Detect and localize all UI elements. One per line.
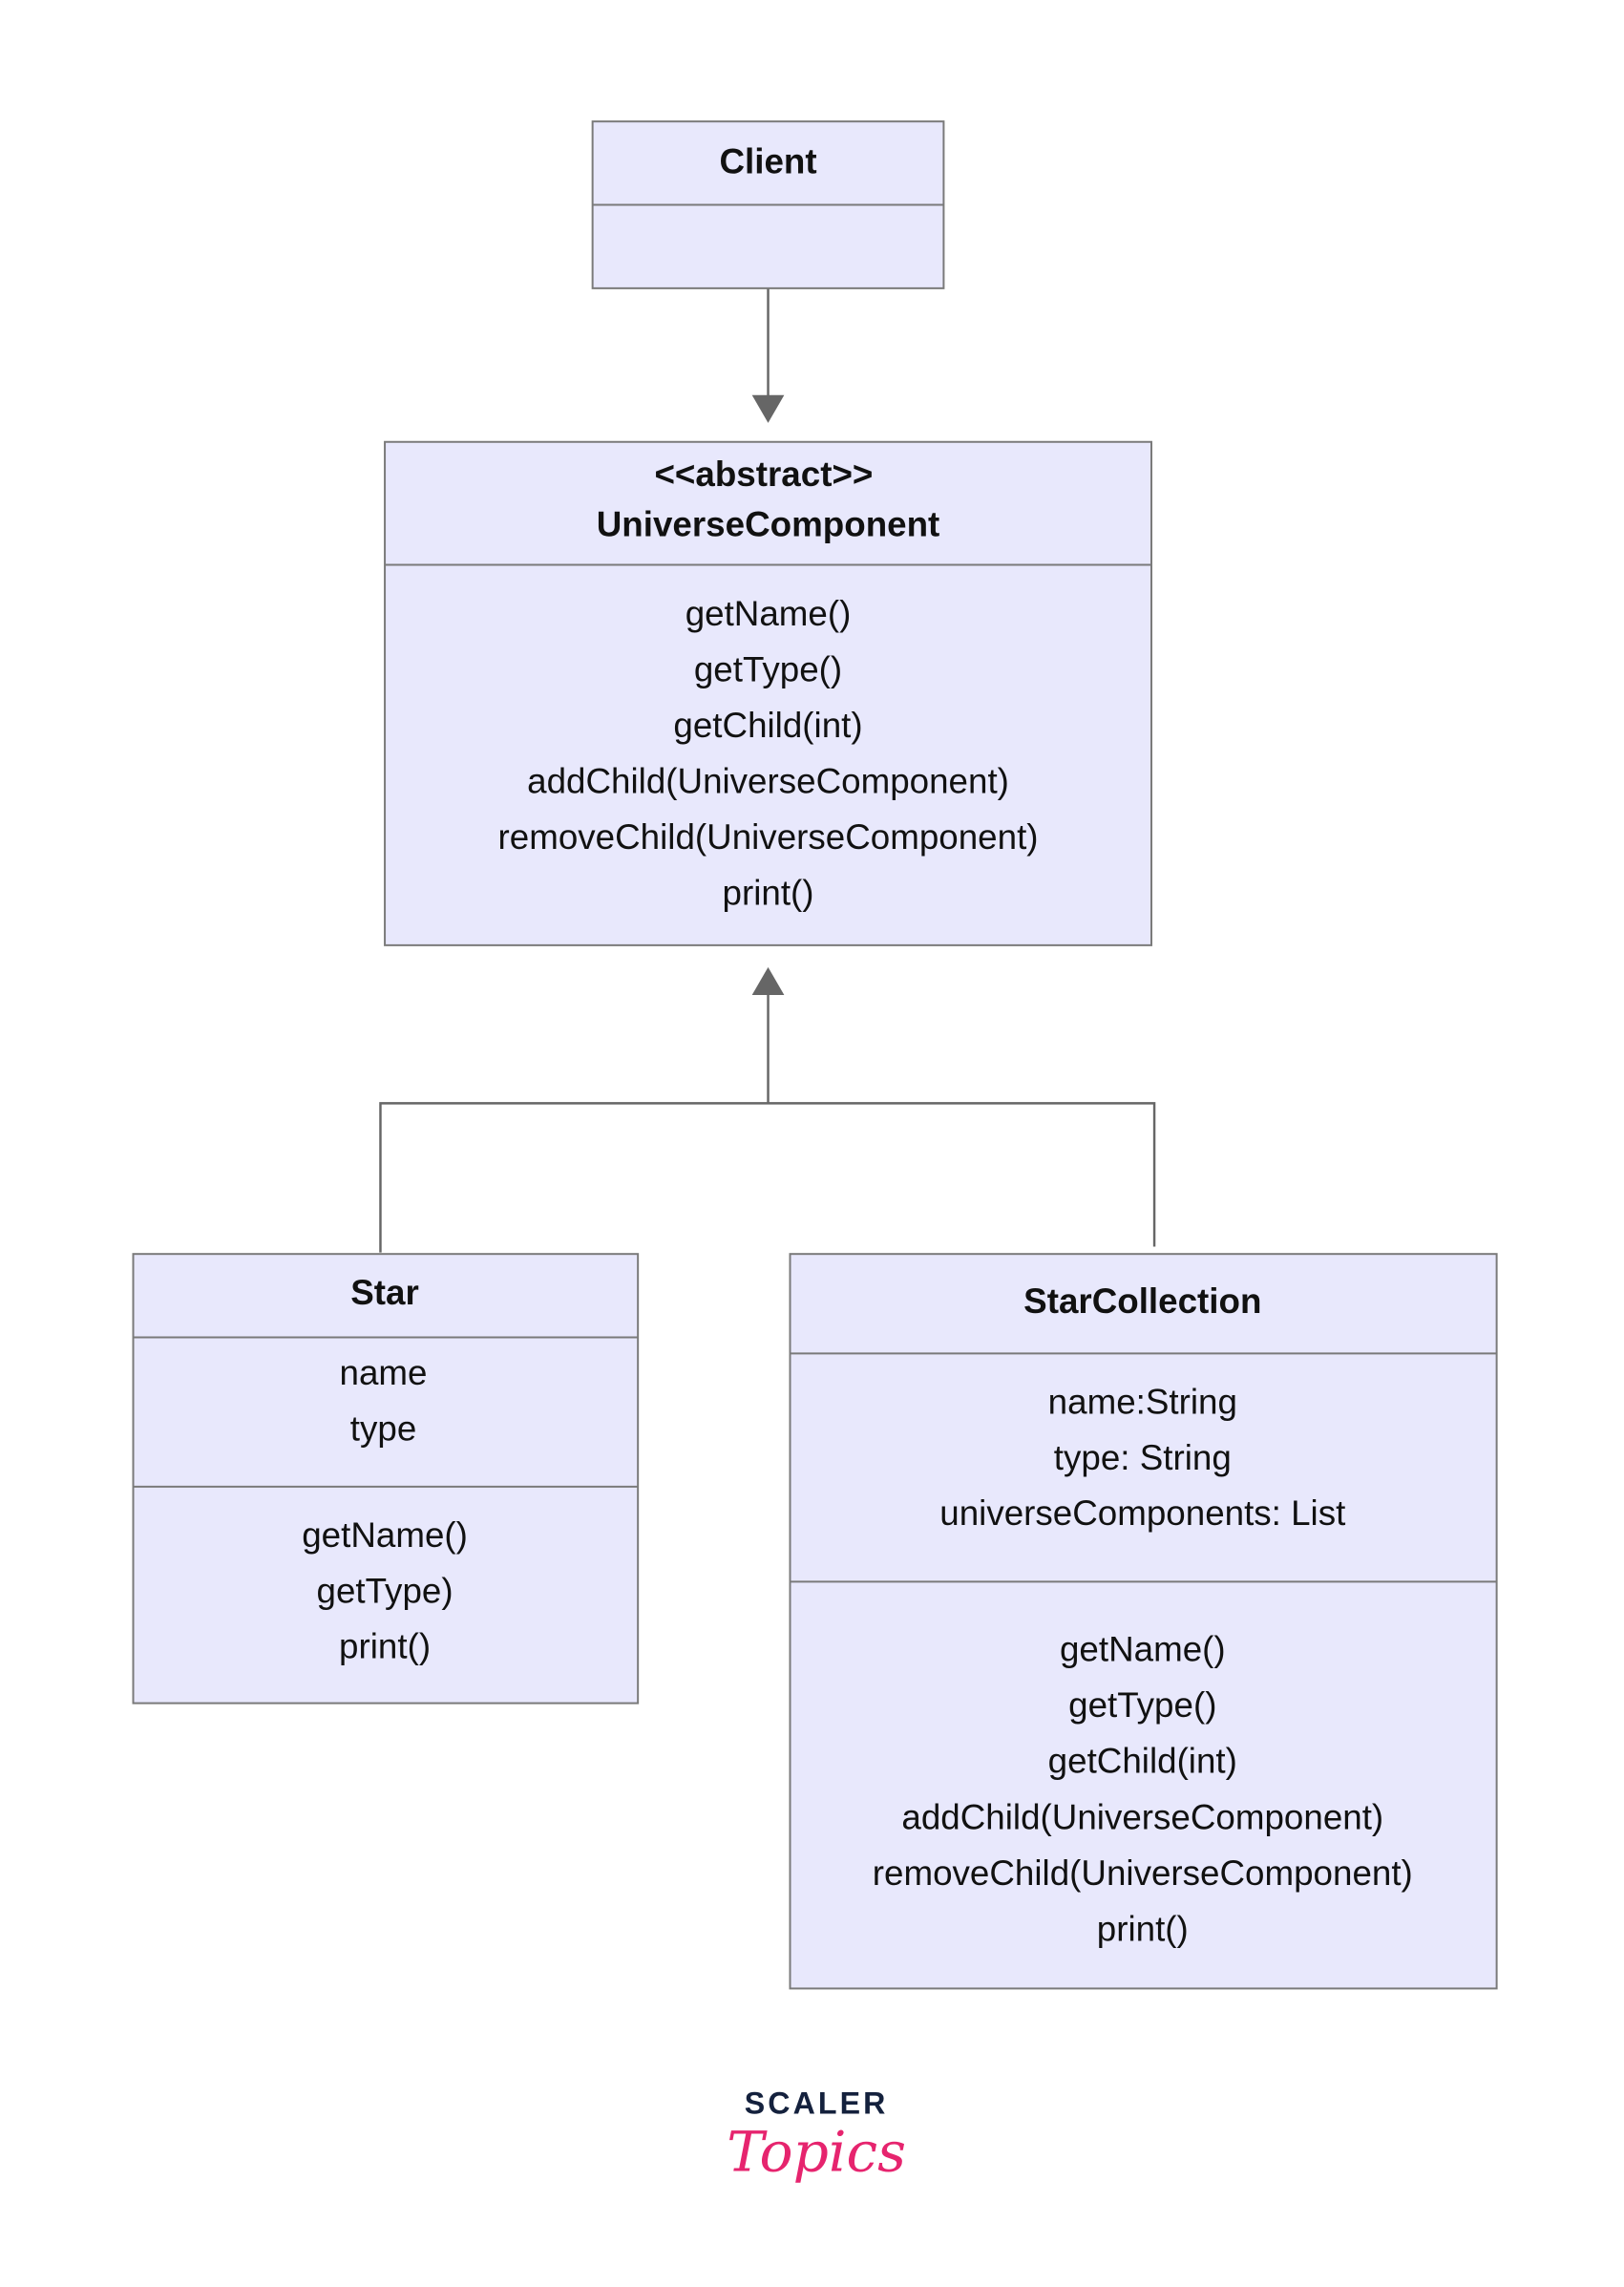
class-title: Client [719, 141, 816, 180]
class-universe-component[interactable]: <<abstract>> UniverseComponent getName()… [384, 440, 1152, 946]
class-method: removeChild(UniverseComponent) [498, 817, 1039, 857]
class-stereotype: <<abstract>> [654, 455, 873, 494]
class-method: addChild(UniverseComponent) [901, 1797, 1383, 1836]
class-method: print() [339, 1627, 431, 1666]
class-title: StarCollection [1023, 1281, 1261, 1321]
class-method: removeChild(UniverseComponent) [873, 1853, 1413, 1893]
class-title: UniverseComponent [597, 504, 940, 543]
logo-text-topics: Topics [727, 2120, 906, 2185]
class-star[interactable]: Star name type getName() getType) print() [132, 1253, 640, 1705]
scaler-topics-logo: SCALER Topics [727, 2086, 906, 2184]
uml-class-diagram: Client <<abstract>> UniverseComponent ge… [132, 120, 1498, 2185]
class-client[interactable]: Client [591, 120, 945, 289]
association-client-to-component [751, 287, 785, 423]
class-method: getChild(int) [673, 706, 862, 745]
class-attribute: name:String [1048, 1383, 1237, 1422]
logo-text-scaler: SCALER [745, 2086, 889, 2120]
class-attribute: type [350, 1408, 416, 1448]
class-attribute: type: String [1054, 1438, 1232, 1477]
inheritance-edges [379, 966, 1156, 1253]
inheritance-arrow-icon [751, 966, 785, 995]
class-attribute: name [340, 1353, 428, 1392]
class-method: print() [723, 873, 814, 912]
class-method: getChild(int) [1048, 1742, 1237, 1781]
class-method: print() [1097, 1909, 1189, 1948]
class-method: getType) [317, 1571, 453, 1610]
class-method: getType() [1068, 1685, 1216, 1725]
class-title: Star [350, 1273, 419, 1312]
class-method: getName() [302, 1515, 468, 1555]
class-attribute: universeComponents: List [939, 1493, 1345, 1533]
class-star-collection[interactable]: StarCollection name:String type: String un… [789, 1253, 1498, 1990]
class-method: getName() [1060, 1630, 1226, 1669]
class-method: addChild(UniverseComponent) [527, 761, 1009, 800]
arrowhead-icon [751, 394, 785, 423]
class-method: getName() [685, 594, 852, 633]
class-method: getType() [694, 649, 842, 688]
